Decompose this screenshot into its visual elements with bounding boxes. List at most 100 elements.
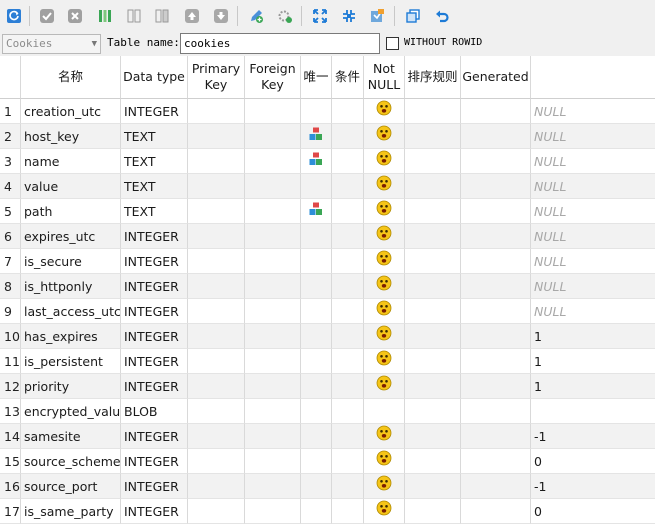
- default-value-cell[interactable]: NULL: [531, 299, 655, 324]
- data-type-cell[interactable]: INTEGER: [121, 99, 188, 124]
- collate-cell[interactable]: [405, 99, 461, 124]
- pk-cell[interactable]: [188, 224, 245, 249]
- table-row[interactable]: 11 is_persistent INTEGER 1: [0, 349, 655, 374]
- default-value-cell[interactable]: NULL: [531, 174, 655, 199]
- default-value-cell[interactable]: 1: [531, 374, 655, 399]
- column-name-cell[interactable]: path: [21, 199, 121, 224]
- column-name-cell[interactable]: is_secure: [21, 249, 121, 274]
- fk-cell[interactable]: [245, 374, 301, 399]
- collate-cell[interactable]: [405, 324, 461, 349]
- unique-cell[interactable]: [301, 249, 332, 274]
- check-cell[interactable]: [332, 249, 364, 274]
- header-foreign-key[interactable]: Foreign Key: [245, 56, 301, 99]
- data-type-cell[interactable]: BLOB: [121, 399, 188, 424]
- collate-cell[interactable]: [405, 199, 461, 224]
- generated-cell[interactable]: [461, 149, 531, 174]
- data-type-cell[interactable]: INTEGER: [121, 474, 188, 499]
- pk-cell[interactable]: [188, 174, 245, 199]
- not-null-cell[interactable]: [364, 174, 405, 199]
- generated-cell[interactable]: [461, 349, 531, 374]
- fk-cell[interactable]: [245, 499, 301, 524]
- not-null-cell[interactable]: [364, 124, 405, 149]
- not-null-cell[interactable]: [364, 199, 405, 224]
- header-data-type[interactable]: Data type: [121, 56, 188, 99]
- pk-cell[interactable]: [188, 299, 245, 324]
- check-cell[interactable]: [332, 149, 364, 174]
- table-row[interactable]: 9 last_access_utc INTEGER NULL: [0, 299, 655, 324]
- unique-cell[interactable]: [301, 274, 332, 299]
- check-cell[interactable]: [332, 324, 364, 349]
- data-type-cell[interactable]: INTEGER: [121, 449, 188, 474]
- undo-icon[interactable]: [433, 7, 451, 25]
- refresh-icon[interactable]: [5, 7, 23, 25]
- table-row[interactable]: 7 is_secure INTEGER NULL: [0, 249, 655, 274]
- collate-cell[interactable]: [405, 449, 461, 474]
- move-down-icon[interactable]: [212, 7, 230, 25]
- fk-cell[interactable]: [245, 249, 301, 274]
- not-null-cell[interactable]: [364, 374, 405, 399]
- generated-cell[interactable]: [461, 474, 531, 499]
- add-column-icon[interactable]: [96, 7, 114, 25]
- pk-cell[interactable]: [188, 349, 245, 374]
- collate-cell[interactable]: [405, 149, 461, 174]
- not-null-cell[interactable]: [364, 499, 405, 524]
- generated-cell[interactable]: [461, 224, 531, 249]
- not-null-cell[interactable]: [364, 249, 405, 274]
- collate-cell[interactable]: [405, 249, 461, 274]
- data-type-cell[interactable]: TEXT: [121, 124, 188, 149]
- data-type-cell[interactable]: INTEGER: [121, 274, 188, 299]
- check-cell[interactable]: [332, 399, 364, 424]
- fk-cell[interactable]: [245, 149, 301, 174]
- column-name-cell[interactable]: host_key: [21, 124, 121, 149]
- fk-cell[interactable]: [245, 399, 301, 424]
- data-type-cell[interactable]: TEXT: [121, 149, 188, 174]
- generated-cell[interactable]: [461, 324, 531, 349]
- header-name[interactable]: 名称: [21, 56, 121, 99]
- unique-cell[interactable]: [301, 199, 332, 224]
- table-name-input[interactable]: cookies: [180, 33, 380, 54]
- generated-cell[interactable]: [461, 274, 531, 299]
- pk-cell[interactable]: [188, 149, 245, 174]
- check-cell[interactable]: [332, 99, 364, 124]
- header-check[interactable]: 条件: [332, 56, 364, 99]
- default-value-cell[interactable]: NULL: [531, 199, 655, 224]
- table-row[interactable]: 13 encrypted_value BLOB: [0, 399, 655, 424]
- collate-cell[interactable]: [405, 299, 461, 324]
- edit-index-icon[interactable]: [247, 7, 265, 25]
- column-name-cell[interactable]: is_same_party: [21, 499, 121, 524]
- check-cell[interactable]: [332, 474, 364, 499]
- collate-cell[interactable]: [405, 124, 461, 149]
- data-type-cell[interactable]: INTEGER: [121, 299, 188, 324]
- unique-cell[interactable]: [301, 349, 332, 374]
- unique-cell[interactable]: [301, 299, 332, 324]
- header-unique[interactable]: 唯一: [301, 56, 332, 99]
- data-type-cell[interactable]: TEXT: [121, 199, 188, 224]
- table-row[interactable]: 17 is_same_party INTEGER 0: [0, 499, 655, 524]
- check-cell[interactable]: [332, 124, 364, 149]
- pk-cell[interactable]: [188, 399, 245, 424]
- column-name-cell[interactable]: is_httponly: [21, 274, 121, 299]
- not-null-cell[interactable]: [364, 274, 405, 299]
- generated-cell[interactable]: [461, 124, 531, 149]
- table-row[interactable]: 1 creation_utc INTEGER NULL: [0, 99, 655, 124]
- column-name-cell[interactable]: has_expires: [21, 324, 121, 349]
- generated-cell[interactable]: [461, 99, 531, 124]
- default-value-cell[interactable]: [531, 399, 655, 424]
- data-type-cell[interactable]: TEXT: [121, 174, 188, 199]
- table-row[interactable]: 8 is_httponly INTEGER NULL: [0, 274, 655, 299]
- data-type-cell[interactable]: INTEGER: [121, 349, 188, 374]
- pk-cell[interactable]: [188, 324, 245, 349]
- not-null-cell[interactable]: [364, 149, 405, 174]
- not-null-cell[interactable]: [364, 399, 405, 424]
- column-name-cell[interactable]: source_port: [21, 474, 121, 499]
- column-name-cell[interactable]: samesite: [21, 424, 121, 449]
- insert-column-icon[interactable]: [125, 7, 143, 25]
- fk-cell[interactable]: [245, 224, 301, 249]
- unique-cell[interactable]: [301, 374, 332, 399]
- check-cell[interactable]: [332, 199, 364, 224]
- pk-cell[interactable]: [188, 274, 245, 299]
- generated-cell[interactable]: [461, 249, 531, 274]
- header-not-null[interactable]: Not NULL: [364, 56, 405, 99]
- default-value-cell[interactable]: NULL: [531, 224, 655, 249]
- generated-cell[interactable]: [461, 199, 531, 224]
